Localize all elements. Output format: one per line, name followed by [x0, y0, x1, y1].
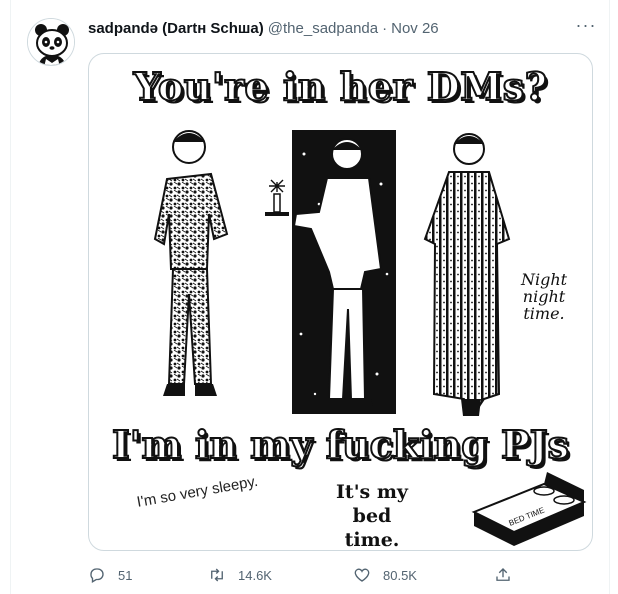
night-night-text: Night night time.	[520, 270, 568, 323]
more-icon: ···	[575, 14, 597, 35]
heart-icon	[354, 568, 370, 582]
user-handle[interactable]: @the_sadpanda	[268, 20, 378, 37]
floral-pajama-man	[153, 130, 229, 396]
tweet-date[interactable]: Nov 26	[391, 20, 439, 37]
meme-title: You're in her DMs?	[133, 63, 548, 110]
like-button[interactable]: 80.5K	[353, 566, 417, 584]
user-avatar[interactable]	[27, 18, 75, 66]
more-options-button[interactable]: ···	[572, 14, 600, 36]
share-icon	[496, 568, 510, 581]
tweet-actions: 51 14.6K 80.5K	[88, 564, 518, 586]
reply-count: 51	[118, 567, 133, 583]
like-count: 80.5K	[383, 567, 417, 583]
panda-avatar-icon	[28, 19, 74, 65]
display-name[interactable]: sadpandə (Dartн Schшa)	[88, 20, 264, 37]
tweet-media-image[interactable]: BED TIME You're in her DMs? Night night …	[88, 53, 593, 551]
retweet-button[interactable]: 14.6K	[208, 566, 272, 584]
bed-time-text: It's my bed time.	[336, 481, 408, 551]
share-button[interactable]	[494, 566, 512, 584]
retweet-count: 14.6K	[238, 567, 272, 583]
retweet-icon	[211, 568, 223, 582]
candle-man	[265, 130, 396, 414]
bed-drawing: BED TIME	[471, 472, 587, 546]
separator-dot: ·	[382, 19, 388, 37]
meme-caption: I'm in my fucking PJs	[111, 421, 570, 468]
striped-robe-man	[423, 133, 511, 416]
reply-icon	[90, 568, 104, 583]
tweet-header: sadpandə (Dartн Schшa) @the_sadpanda · N…	[88, 18, 439, 38]
reply-button[interactable]: 51	[88, 566, 132, 584]
